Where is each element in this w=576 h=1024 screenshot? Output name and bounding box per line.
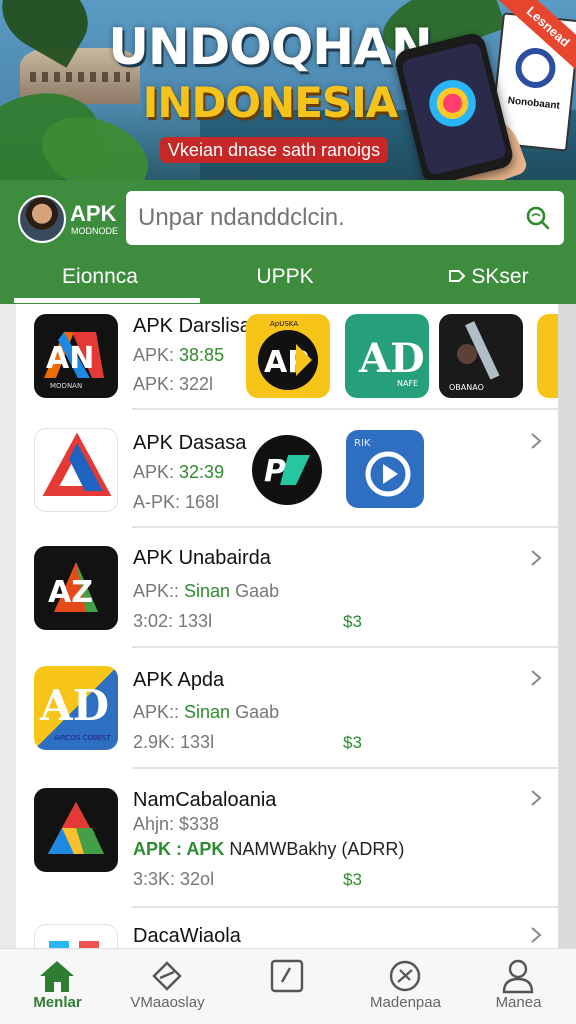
list-item-meta: APK:: Sinan Gaab xyxy=(133,702,280,722)
list-item-meta2: A-PK: 168l xyxy=(133,492,220,512)
pencil-leaf-icon xyxy=(152,961,182,991)
app-icon-ad-big: AD AIRCOS COBEST xyxy=(34,666,118,750)
nav-edit[interactable] xyxy=(230,948,345,1024)
banner-tagline: Vkeian dnase sath ranoigs xyxy=(160,137,388,163)
scissors-circle-icon xyxy=(389,960,421,992)
chevron-right-icon[interactable] xyxy=(528,669,544,687)
edit-square-icon xyxy=(270,959,304,993)
list-item-price: $3 xyxy=(343,870,362,889)
row-divider xyxy=(132,906,558,908)
nav-vmaaoslay[interactable]: VMaaoslay xyxy=(110,948,225,1024)
row-divider xyxy=(132,526,558,528)
tag-icon xyxy=(449,270,466,282)
list-item-meta2: APK: 322l xyxy=(133,374,214,394)
tab-bar: Eionnca UPPK SKser xyxy=(0,256,576,304)
brand-subtitle: MODNODE xyxy=(71,226,118,236)
list-item-title: DacaWiaola xyxy=(133,925,241,947)
tab-uppk[interactable]: UPPK xyxy=(200,256,370,302)
tile-label: ApUSKA xyxy=(270,320,298,328)
list-item-title: APK Darslisa xyxy=(133,315,251,337)
list-edge xyxy=(558,304,576,950)
sign-text: Nonobaant xyxy=(507,95,561,112)
list-item-price: $3 xyxy=(343,733,362,752)
list-item-meta3: 3:3K: 32ol xyxy=(133,869,215,889)
brand-name: APK xyxy=(70,201,117,226)
app-icon-ad: AD NAFE xyxy=(345,314,429,398)
nav-home[interactable]: Menlar xyxy=(0,948,115,1024)
app-icon-drive xyxy=(34,788,118,872)
app-icon-ap: AP ApUSKA xyxy=(246,314,330,398)
tile-label: OBANAO xyxy=(449,383,484,392)
search-icon[interactable] xyxy=(524,204,550,230)
nav-home-label: Menlar xyxy=(33,994,82,1011)
avatar[interactable] xyxy=(18,195,66,243)
list-item-meta: APK:: Sinan Gaab xyxy=(133,581,280,601)
list-item-meta: APK: 38:85 xyxy=(133,345,225,365)
person-icon xyxy=(502,959,534,994)
svg-text:AD: AD xyxy=(358,335,425,382)
svg-text:AN: AN xyxy=(46,341,94,376)
app-icon-triangle xyxy=(34,428,118,512)
search-input[interactable] xyxy=(138,195,508,241)
list-item-meta: Ahjn: $338 xyxy=(133,814,220,834)
chevron-right-icon[interactable] xyxy=(528,926,544,944)
chevron-right-icon[interactable] xyxy=(528,549,544,567)
tile-label: RIK xyxy=(354,438,371,449)
list-item-title: APK Apda xyxy=(133,669,225,691)
row-divider xyxy=(132,767,558,769)
tile-label: AIRCOS COBEST xyxy=(54,734,112,742)
home-icon xyxy=(40,961,74,992)
app-icon-partial xyxy=(537,314,558,398)
tab-skser-label: SKser xyxy=(471,265,529,288)
active-tab-indicator xyxy=(14,298,200,303)
nav-vmaaoslay-label: VMaaoslay xyxy=(130,994,205,1011)
nav-madenpaa[interactable]: Madenpaa xyxy=(348,948,463,1024)
volleyball-logo-icon xyxy=(513,45,558,90)
nav-manea[interactable]: Manea xyxy=(461,948,576,1024)
app-icon-guitar: OBANAO xyxy=(439,314,523,398)
tab-eionnca[interactable]: Eionnca xyxy=(0,256,200,302)
tab-skser[interactable]: SKser xyxy=(400,256,576,302)
chevron-right-icon[interactable] xyxy=(528,432,544,450)
svg-text:AD: AD xyxy=(39,681,109,730)
list-item-title: APK Unabairda xyxy=(133,547,271,569)
row-divider xyxy=(132,646,558,648)
list-item-title: NamCabaloania xyxy=(133,789,277,811)
promo-banner[interactable]: UNDOQHAN INDONESIA Vkeian dnase sath ran… xyxy=(0,0,576,180)
tile-label: MODNAN xyxy=(50,382,82,390)
list-item-meta2: APK : APK NAMWBakhy (ADRR) xyxy=(133,839,405,859)
nav-madenpaa-label: Madenpaa xyxy=(370,994,441,1011)
nav-manea-label: Manea xyxy=(495,994,542,1011)
list-item-price: $3 xyxy=(343,612,362,631)
svg-text:AZ: AZ xyxy=(48,575,93,610)
tile-label: NAFE xyxy=(397,379,418,388)
list-item-meta2: 2.9K: 133l xyxy=(133,732,215,752)
row-divider xyxy=(132,408,558,410)
app-icon-play: RIK xyxy=(346,430,424,508)
app-icon-az: AZ xyxy=(34,546,118,630)
chevron-right-icon[interactable] xyxy=(528,789,544,807)
app-icon-an: AN MODNAN xyxy=(34,314,118,398)
list-item-meta2: 3:02: 133l xyxy=(133,611,213,631)
list-item-title: APK Dasasa xyxy=(133,432,247,454)
list-item-meta: APK: 32:39 xyxy=(133,462,225,482)
app-icon-partial xyxy=(34,924,118,948)
app-icon-py: P xyxy=(252,435,322,505)
